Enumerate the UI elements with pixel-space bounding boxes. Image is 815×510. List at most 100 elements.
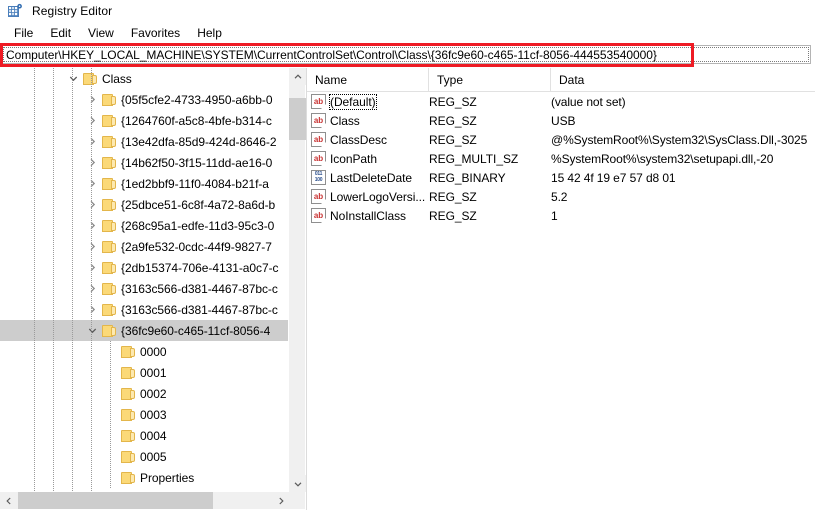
tree-vertical-scrollbar[interactable] (288, 68, 306, 492)
value-type-label: REG_BINARY (429, 170, 506, 185)
tree-scrollbar-corner (288, 492, 305, 509)
value-name-label: LastDeleteDate (330, 170, 413, 185)
value-name-cell[interactable]: (Default) (311, 92, 377, 111)
tree-item[interactable]: 0004 (0, 425, 289, 446)
column-header-data[interactable]: Data (551, 68, 815, 91)
folder-icon (100, 324, 117, 337)
tree-item[interactable]: 0000 (0, 341, 289, 362)
value-type-label: REG_SZ (429, 94, 477, 109)
tree-horizontal-scrollbar[interactable] (0, 492, 289, 509)
value-name-label: ClassDesc (330, 132, 387, 147)
value-name-cell[interactable]: LastDeleteDate (311, 168, 412, 187)
tree-item[interactable]: 0005 (0, 446, 289, 467)
tree-item[interactable]: {2a9fe532-0cdc-44f9-9827-7 (0, 236, 289, 257)
menu-file[interactable]: File (6, 24, 42, 42)
chevron-right-icon[interactable] (84, 305, 100, 314)
registry-tree-viewport[interactable]: Class {05f5cfe2-4733-4950-a6bb-0 {1264760f… (0, 68, 289, 492)
tree-item-label: {3163c566-d381-4467-87bc-c (121, 302, 278, 317)
chevron-down-icon[interactable] (65, 74, 81, 83)
chevron-right-icon[interactable] (84, 158, 100, 167)
tree-item[interactable]: 0002 (0, 383, 289, 404)
tree-item[interactable]: Properties (0, 467, 289, 488)
value-name-label: Class (330, 113, 360, 128)
value-name-cell[interactable]: NoInstallClass (311, 206, 406, 225)
tree-item[interactable]: {3163c566-d381-4467-87bc-c (0, 299, 289, 320)
tree-item[interactable]: {25dbce51-6c8f-4a72-8a6d-b (0, 194, 289, 215)
tree-item[interactable]: {1ed2bbf9-11f0-4084-b21f-a (0, 173, 289, 194)
folder-icon (100, 261, 117, 274)
tree-scroll-right-button[interactable] (272, 492, 289, 509)
address-bar[interactable]: Computer\HKEY_LOCAL_MACHINE\SYSTEM\Curre… (1, 45, 811, 64)
menu-edit[interactable]: Edit (42, 24, 80, 42)
chevron-right-icon[interactable] (84, 179, 100, 188)
value-data-label: 5.2 (551, 189, 568, 204)
tree-item-label: {1264760f-a5c8-4bfe-b314-c (121, 113, 272, 128)
column-header-type[interactable]: Type (429, 68, 551, 91)
tree-item[interactable]: Class (0, 68, 289, 89)
value-row[interactable]: NoInstallClass REG_SZ 1 (307, 206, 815, 225)
value-name-label: IconPath (330, 151, 377, 166)
tree-scroll-left-button[interactable] (0, 492, 17, 509)
value-data-label: 15 42 4f 19 e7 57 d8 01 (551, 170, 676, 185)
chevron-right-icon[interactable] (84, 137, 100, 146)
value-name-cell[interactable]: LowerLogoVersi... (311, 187, 425, 206)
string-value-icon (311, 113, 326, 128)
column-header-name[interactable]: Name (307, 68, 429, 91)
value-row[interactable]: ClassDesc REG_SZ @%SystemRoot%\System32\Sy… (307, 130, 815, 149)
folder-icon (119, 408, 136, 421)
folder-icon (100, 177, 117, 190)
menu-favorites[interactable]: Favorites (123, 24, 189, 42)
tree-scroll-down-button[interactable] (289, 475, 306, 492)
value-row[interactable]: LowerLogoVersi... REG_SZ 5.2 (307, 187, 815, 206)
chevron-right-icon[interactable] (84, 116, 100, 125)
folder-icon (100, 219, 117, 232)
tree-item-label: 0002 (140, 386, 167, 401)
tree-item-label: {05f5cfe2-4733-4950-a6bb-0 (121, 92, 273, 107)
tree-item-label: {25dbce51-6c8f-4a72-8a6d-b (121, 197, 276, 212)
value-row[interactable]: (Default) REG_SZ (value not set) (307, 92, 815, 111)
value-data-label: @%SystemRoot%\System32\SysClass.Dll,-302… (551, 132, 808, 147)
tree-vertical-scroll-thumb[interactable] (289, 98, 306, 140)
tree-item[interactable]: {268c95a1-edfe-11d3-95c3-0 (0, 215, 289, 236)
tree-item-label: {2a9fe532-0cdc-44f9-9827-7 (121, 239, 272, 254)
value-row[interactable]: IconPath REG_MULTI_SZ %SystemRoot%\system3… (307, 149, 815, 168)
value-name-cell[interactable]: ClassDesc (311, 130, 387, 149)
tree-scroll-up-button[interactable] (289, 68, 306, 85)
chevron-down-icon[interactable] (84, 326, 100, 335)
value-name-cell[interactable]: Class (311, 111, 360, 130)
tree-horizontal-scroll-thumb[interactable] (18, 492, 213, 509)
chevron-right-icon[interactable] (84, 221, 100, 230)
folder-icon (119, 345, 136, 358)
chevron-right-icon[interactable] (84, 95, 100, 104)
value-name-cell[interactable]: IconPath (311, 149, 377, 168)
address-bar-container: Computer\HKEY_LOCAL_MACHINE\SYSTEM\Curre… (0, 43, 815, 67)
value-type-label: REG_SZ (429, 189, 477, 204)
chevron-right-icon[interactable] (84, 263, 100, 272)
menu-bar: File Edit View Favorites Help (0, 22, 815, 43)
chevron-right-icon[interactable] (84, 284, 100, 293)
value-row[interactable]: Class REG_SZ USB (307, 111, 815, 130)
tree-indent-guide (34, 68, 35, 492)
tree-item[interactable]: {1264760f-a5c8-4bfe-b314-c (0, 110, 289, 131)
folder-icon (100, 135, 117, 148)
tree-item[interactable]: 0003 (0, 404, 289, 425)
tree-item[interactable]: {13e42dfa-85d9-424d-8646-2 (0, 131, 289, 152)
tree-item-label: {13e42dfa-85d9-424d-8646-2 (121, 134, 277, 149)
tree-item[interactable]: {3163c566-d381-4467-87bc-c (0, 278, 289, 299)
chevron-right-icon[interactable] (84, 200, 100, 209)
menu-help[interactable]: Help (189, 24, 231, 42)
tree-indent-guide (91, 68, 92, 492)
chevron-right-icon[interactable] (84, 242, 100, 251)
tree-item[interactable]: 0001 (0, 362, 289, 383)
menu-view[interactable]: View (80, 24, 123, 42)
tree-item[interactable]: {05f5cfe2-4733-4950-a6bb-0 (0, 89, 289, 110)
value-data-label: USB (551, 113, 576, 128)
tree-item[interactable]: {36fc9e60-c465-11cf-8056-4 (0, 320, 289, 341)
tree-item[interactable]: {14b62f50-3f15-11dd-ae16-0 (0, 152, 289, 173)
value-row[interactable]: LastDeleteDate REG_BINARY 15 42 4f 19 e7 5… (307, 168, 815, 187)
tree-item-label: {14b62f50-3f15-11dd-ae16-0 (121, 155, 273, 170)
tree-item[interactable]: {2db15374-706e-4131-a0c7-c (0, 257, 289, 278)
tree-indent-guide (72, 68, 73, 492)
string-value-icon (311, 151, 326, 166)
tree-item-label: Class (102, 71, 132, 86)
